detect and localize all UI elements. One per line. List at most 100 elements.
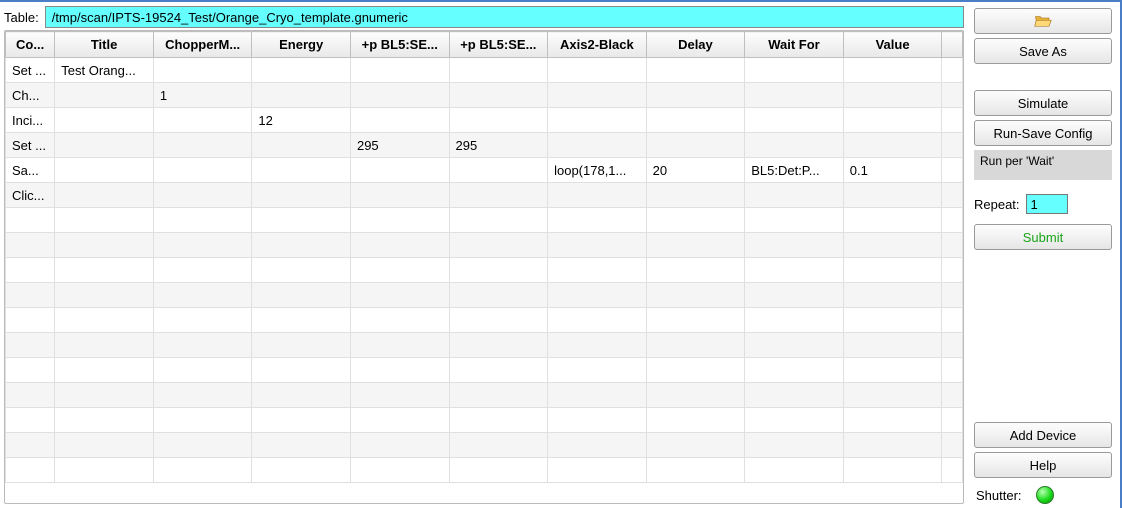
table-cell[interactable] bbox=[646, 183, 745, 208]
table-cell[interactable]: Inci... bbox=[6, 108, 55, 133]
table-cell[interactable] bbox=[449, 258, 548, 283]
table-cell[interactable] bbox=[745, 458, 844, 483]
table-cell[interactable] bbox=[843, 233, 942, 258]
table-cell[interactable] bbox=[252, 158, 351, 183]
table-cell[interactable] bbox=[252, 208, 351, 233]
table-cell[interactable] bbox=[745, 183, 844, 208]
table-cell[interactable] bbox=[449, 308, 548, 333]
table-cell[interactable] bbox=[6, 333, 55, 358]
table-row[interactable]: Inci...12 bbox=[6, 108, 963, 133]
repeat-input[interactable] bbox=[1026, 194, 1068, 214]
table-cell[interactable] bbox=[55, 133, 154, 158]
table-cell[interactable] bbox=[843, 83, 942, 108]
table-cell[interactable] bbox=[449, 433, 548, 458]
table-cell[interactable] bbox=[745, 308, 844, 333]
table-cell[interactable]: BL5:Det:P... bbox=[745, 158, 844, 183]
table-cell[interactable] bbox=[843, 183, 942, 208]
table-cell[interactable] bbox=[252, 83, 351, 108]
table-cell[interactable] bbox=[745, 333, 844, 358]
table-row[interactable] bbox=[6, 308, 963, 333]
table-cell[interactable] bbox=[843, 458, 942, 483]
table-cell[interactable] bbox=[55, 333, 154, 358]
table-cell[interactable] bbox=[548, 83, 647, 108]
table-cell[interactable] bbox=[153, 308, 252, 333]
submit-button[interactable]: Submit bbox=[974, 224, 1112, 250]
table-cell[interactable] bbox=[350, 258, 449, 283]
table-cell[interactable] bbox=[252, 333, 351, 358]
table-cell[interactable] bbox=[942, 358, 963, 383]
table-cell[interactable] bbox=[942, 383, 963, 408]
table-cell[interactable] bbox=[449, 383, 548, 408]
table-cell[interactable] bbox=[548, 408, 647, 433]
table-cell[interactable] bbox=[6, 308, 55, 333]
table-cell[interactable] bbox=[449, 408, 548, 433]
data-grid[interactable]: Co...TitleChopperM...Energy+p BL5:SE...+… bbox=[4, 30, 964, 504]
table-cell[interactable] bbox=[350, 308, 449, 333]
table-row[interactable] bbox=[6, 208, 963, 233]
table-cell[interactable] bbox=[153, 408, 252, 433]
table-cell[interactable] bbox=[350, 383, 449, 408]
table-cell[interactable] bbox=[350, 83, 449, 108]
table-cell[interactable] bbox=[548, 308, 647, 333]
table-cell[interactable] bbox=[843, 108, 942, 133]
table-cell[interactable] bbox=[745, 433, 844, 458]
table-row[interactable] bbox=[6, 408, 963, 433]
table-cell[interactable] bbox=[942, 108, 963, 133]
table-cell[interactable] bbox=[6, 433, 55, 458]
table-cell[interactable] bbox=[6, 458, 55, 483]
add-device-button[interactable]: Add Device bbox=[974, 422, 1112, 448]
table-cell[interactable] bbox=[745, 258, 844, 283]
table-cell[interactable] bbox=[646, 408, 745, 433]
table-cell[interactable] bbox=[942, 258, 963, 283]
table-cell[interactable] bbox=[449, 183, 548, 208]
table-row[interactable] bbox=[6, 383, 963, 408]
table-cell[interactable] bbox=[942, 333, 963, 358]
table-cell[interactable] bbox=[55, 458, 154, 483]
table-cell[interactable] bbox=[153, 233, 252, 258]
table-cell[interactable] bbox=[350, 233, 449, 258]
table-cell[interactable] bbox=[548, 433, 647, 458]
column-header[interactable]: Co... bbox=[6, 32, 55, 58]
table-cell[interactable] bbox=[646, 208, 745, 233]
table-cell[interactable] bbox=[942, 158, 963, 183]
table-cell[interactable] bbox=[548, 333, 647, 358]
table-cell[interactable] bbox=[153, 358, 252, 383]
column-header[interactable]: +p BL5:SE... bbox=[449, 32, 548, 58]
table-cell[interactable] bbox=[843, 333, 942, 358]
table-cell[interactable] bbox=[548, 133, 647, 158]
table-cell[interactable] bbox=[646, 333, 745, 358]
table-cell[interactable] bbox=[646, 133, 745, 158]
table-cell[interactable] bbox=[350, 58, 449, 83]
table-row[interactable]: Clic... bbox=[6, 183, 963, 208]
table-cell[interactable] bbox=[153, 283, 252, 308]
table-cell[interactable] bbox=[745, 358, 844, 383]
table-cell[interactable] bbox=[449, 158, 548, 183]
table-cell[interactable] bbox=[55, 183, 154, 208]
table-cell[interactable] bbox=[449, 233, 548, 258]
table-path-input[interactable]: /tmp/scan/IPTS-19524_Test/Orange_Cryo_te… bbox=[45, 6, 964, 28]
column-header[interactable]: Title bbox=[55, 32, 154, 58]
table-cell[interactable]: Test Orang... bbox=[55, 58, 154, 83]
table-cell[interactable] bbox=[153, 383, 252, 408]
table-cell[interactable] bbox=[252, 258, 351, 283]
table-cell[interactable] bbox=[646, 83, 745, 108]
table-cell[interactable] bbox=[843, 258, 942, 283]
table-cell[interactable] bbox=[646, 358, 745, 383]
table-cell[interactable] bbox=[153, 433, 252, 458]
table-cell[interactable] bbox=[252, 183, 351, 208]
table-cell[interactable] bbox=[252, 433, 351, 458]
table-cell[interactable] bbox=[153, 183, 252, 208]
table-row[interactable] bbox=[6, 333, 963, 358]
table-cell[interactable] bbox=[350, 433, 449, 458]
table-cell[interactable] bbox=[6, 408, 55, 433]
table-cell[interactable] bbox=[55, 208, 154, 233]
table-cell[interactable] bbox=[55, 233, 154, 258]
table-cell[interactable] bbox=[153, 108, 252, 133]
table-cell[interactable] bbox=[548, 383, 647, 408]
table-cell[interactable] bbox=[153, 58, 252, 83]
table-cell[interactable] bbox=[449, 358, 548, 383]
table-cell[interactable] bbox=[942, 308, 963, 333]
table-cell[interactable] bbox=[646, 308, 745, 333]
save-as-button[interactable]: Save As bbox=[974, 38, 1112, 64]
table-cell[interactable] bbox=[449, 58, 548, 83]
